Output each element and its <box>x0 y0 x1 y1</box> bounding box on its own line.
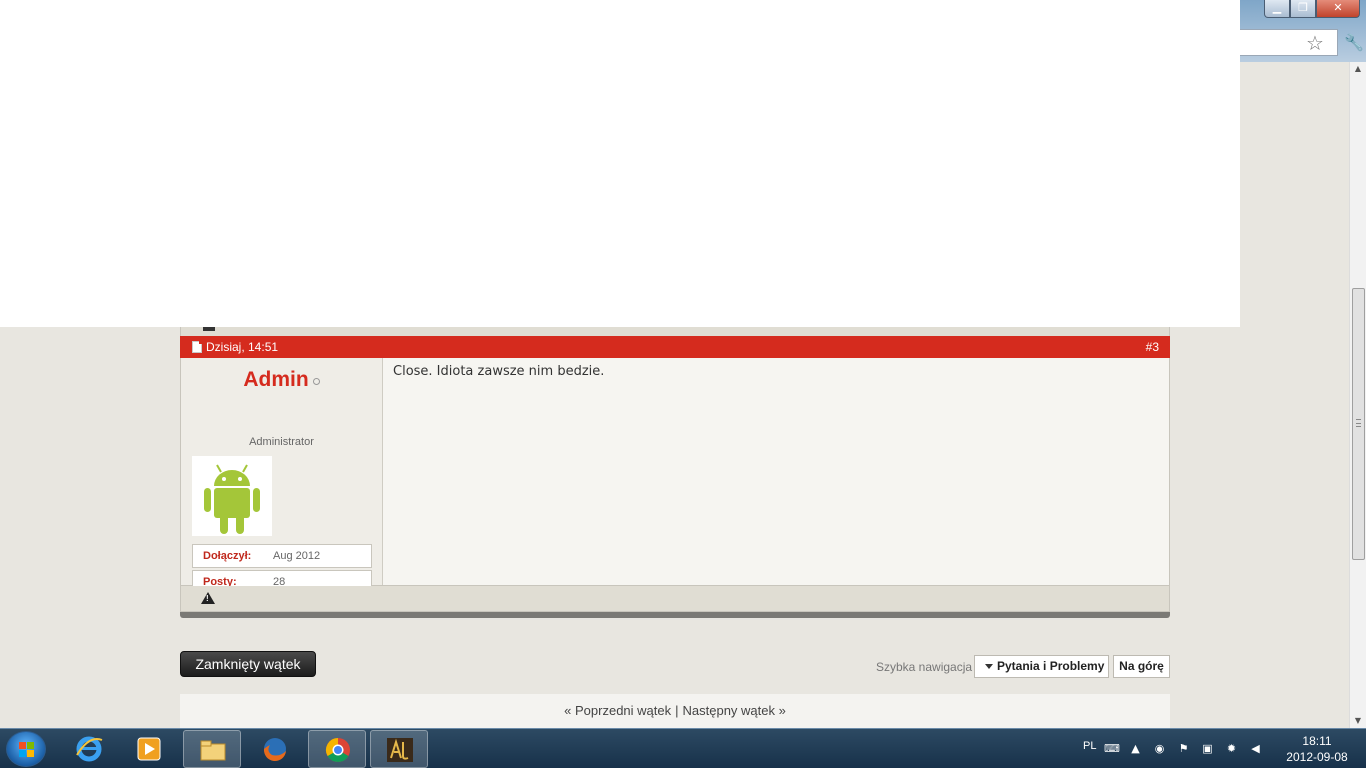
closed-thread-button[interactable]: Zamknięty wątek <box>180 651 316 677</box>
wrench-icon[interactable]: 🔧 <box>1344 33 1364 52</box>
thread-nav-separator: | <box>675 703 679 718</box>
avatar[interactable] <box>192 456 272 536</box>
quick-nav-select[interactable]: Pytania i Problemy <box>974 655 1109 678</box>
close-button[interactable]: ✕ <box>1316 0 1360 18</box>
chevron-down-icon <box>985 664 993 670</box>
user-info-column: Admin Administrator Dołączył: Aug 2012 P… <box>181 358 383 594</box>
media-player-icon <box>137 737 161 761</box>
taskbar-game[interactable] <box>370 730 428 768</box>
joined-info: Dołączył: Aug 2012 <box>192 544 372 568</box>
scroll-down-arrow[interactable]: ▼ <box>1350 714 1366 728</box>
taskbar-media-player[interactable] <box>120 730 178 768</box>
user-title: Administrator <box>249 436 314 448</box>
thread-navigation: « Poprzedni wątek | Następny wątek » <box>180 694 1170 728</box>
next-thread-link[interactable]: Następny wątek » <box>683 703 786 718</box>
back-to-top-button[interactable]: Na górę <box>1113 655 1170 678</box>
quick-nav-label: Szybka nawigacja <box>876 660 973 674</box>
taskbar: PL ⌨ ▲ ◉ ⚑ ▣ ✹ ◀ 18:11 2012-09-08 <box>0 728 1366 768</box>
browser-chrome: ▁ ❐ ✕ ☆ 🔧 <box>1240 0 1366 62</box>
folder-icon <box>200 740 226 761</box>
start-button[interactable] <box>6 731 46 767</box>
clock-date: 2012-09-08 <box>1286 750 1348 764</box>
post-bottom-bar <box>180 612 1170 618</box>
taskbar-internet-explorer[interactable] <box>60 730 118 768</box>
post-number-link[interactable]: #3 <box>1146 336 1159 358</box>
post-header: Dzisiaj, 14:51 #3 <box>180 336 1170 358</box>
action-center-flag-icon[interactable]: ⚑ <box>1177 743 1190 755</box>
report-warning-icon[interactable] <box>201 592 215 604</box>
joined-label: Dołączył: <box>203 550 252 562</box>
blank-area <box>0 0 1240 327</box>
post-footer <box>180 586 1170 612</box>
android-robot-icon <box>204 464 260 534</box>
network-icon[interactable]: ◉ <box>1153 743 1166 755</box>
show-hidden-icons-icon[interactable]: ▲ <box>1129 743 1142 755</box>
address-bar[interactable]: ☆ <box>1240 29 1338 56</box>
taskbar-file-explorer[interactable] <box>183 730 241 768</box>
taskbar-firefox[interactable] <box>246 730 304 768</box>
maximize-button[interactable]: ❐ <box>1290 0 1316 18</box>
previous-thread-link[interactable]: « Poprzedni wątek <box>564 703 671 718</box>
username-link[interactable]: Admin <box>243 368 308 391</box>
power-icon[interactable]: ✹ <box>1225 743 1238 755</box>
minimize-button[interactable]: ▁ <box>1264 0 1290 18</box>
post-body: Admin Administrator Dołączył: Aug 2012 P… <box>180 358 1170 594</box>
scroll-thumb[interactable] <box>1352 288 1365 560</box>
system-tray: PL ⌨ ▲ ◉ ⚑ ▣ ✹ ◀ 18:11 2012-09-08 <box>1075 729 1366 768</box>
keyboard-icon[interactable]: ⌨ <box>1104 743 1120 755</box>
joined-value: Aug 2012 <box>273 550 321 562</box>
system-clock[interactable]: 18:11 2012-09-08 <box>1281 733 1353 765</box>
post-message: Close. Idiota zawsze nim bedzie. <box>393 364 605 379</box>
internet-explorer-icon <box>76 736 103 762</box>
usb-device-icon[interactable]: ▣ <box>1201 743 1214 755</box>
document-icon <box>192 341 202 353</box>
offline-status-icon <box>312 378 320 386</box>
windows-logo-icon <box>19 742 35 758</box>
clock-time: 18:11 <box>1302 734 1332 748</box>
scroll-up-arrow[interactable]: ▲ <box>1350 62 1366 76</box>
chrome-icon <box>325 738 350 763</box>
post-top-strip <box>180 327 1170 336</box>
star-icon[interactable]: ☆ <box>1306 32 1324 54</box>
username-row: Admin <box>181 368 382 392</box>
firefox-icon <box>263 738 286 762</box>
game-icon <box>387 738 413 762</box>
vertical-scrollbar[interactable]: ▲ ▼ <box>1349 62 1366 728</box>
taskbar-chrome[interactable] <box>308 730 366 768</box>
window-controls: ▁ ❐ ✕ <box>1264 0 1360 18</box>
post-date-text: Dzisiaj, 14:51 <box>206 340 279 354</box>
forum-post: Dzisiaj, 14:51 #3 Admin Administrator Do… <box>180 327 1170 618</box>
volume-icon[interactable]: ◀ <box>1249 743 1262 755</box>
language-indicator[interactable]: PL <box>1083 740 1096 752</box>
quick-nav-selected: Pytania i Problemy <box>997 659 1105 673</box>
post-date: Dzisiaj, 14:51 <box>192 336 278 358</box>
